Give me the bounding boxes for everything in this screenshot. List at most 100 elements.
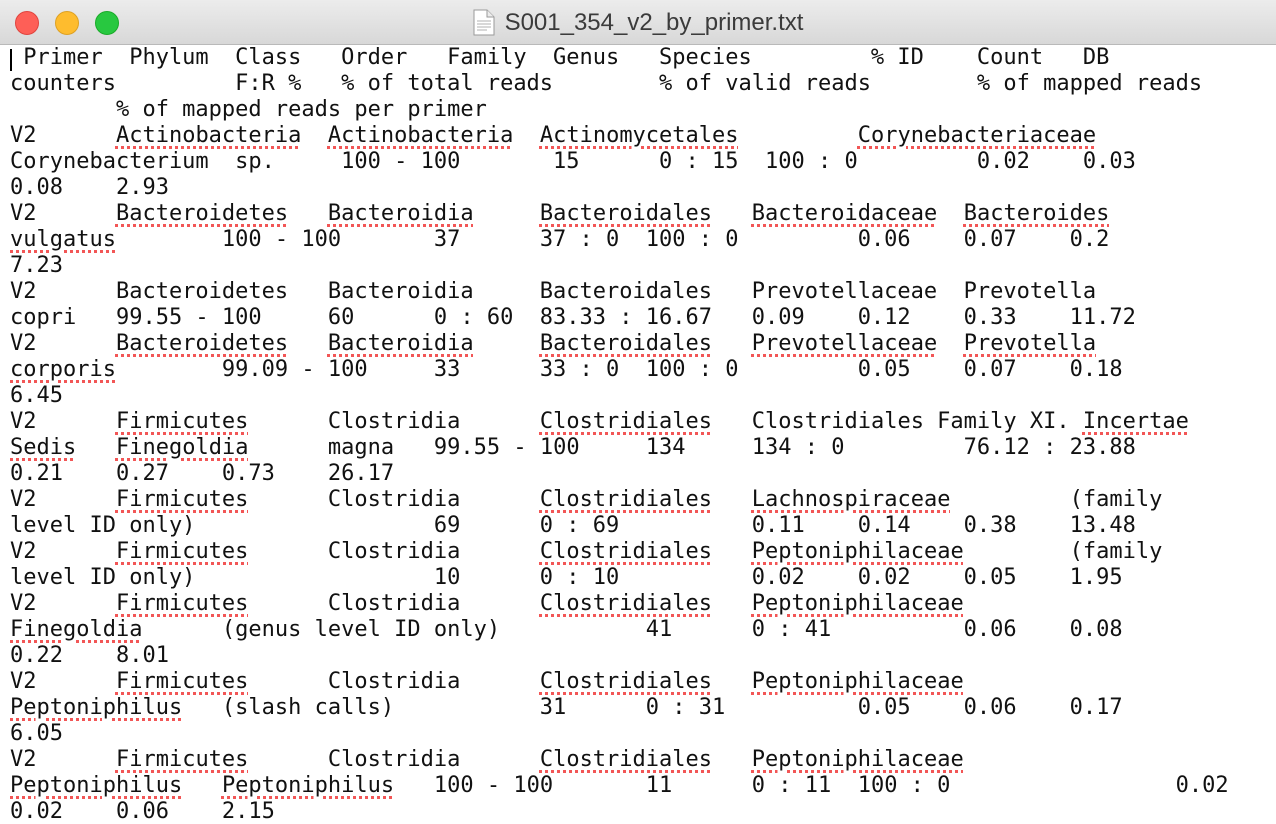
document-text[interactable]: Primer Phylum Class Order Family Genus S… [10,45,1229,824]
misspelled-word: Bacteroidia [327,201,474,226]
misspelled-word: Actinobacteria [115,123,302,148]
misspelled-word: vulgatus [10,227,116,252]
text-segment [712,201,752,226]
text-editor[interactable]: Primer Phylum Class Order Family Genus S… [0,45,1276,824]
text-segment: Primer Phylum Class Order Family Genus S… [10,45,1110,70]
text-segment: Clostridiales Family XI. [712,409,1083,434]
window-title: S001_354_v2_by_primer.txt [504,8,804,36]
text-segment: V2 [10,201,116,226]
text-segment: 7.23 [10,253,63,278]
text-segment: counters F:R % % of total reads % of val… [10,71,1203,96]
text-segment: % of mapped reads per primer [10,97,487,122]
misspelled-word: Bacteroides [963,201,1110,226]
text-segment: (genus level ID only) 41 0 : 41 0.06 0.0… [142,617,1123,642]
text-segment: level ID only) 10 0 : 10 0.02 0.02 0.05 … [10,565,1123,590]
text-line: V2 Bacteroidetes Bacteroidia Bacteroidal… [10,201,1229,227]
text-segment: Clostridia [248,669,540,694]
misspelled-word: Firmicutes [115,747,249,772]
text-line: V2 Firmicutes Clostridia Clostridiales L… [10,487,1229,513]
text-line: V2 Bacteroidetes Bacteroidia Bacteroidal… [10,331,1229,357]
misspelled-word: Peptoniphilus [221,773,395,798]
text-segment: V2 [10,539,116,564]
text-segment: V2 Bacteroidetes Bacteroidia Bacteroidal… [10,279,1097,304]
title-group: S001_354_v2_by_primer.txt [0,0,1276,45]
text-segment: V2 [10,331,116,356]
text-segment: V2 [10,123,116,148]
misspelled-word: Peptoniphilus [10,773,183,798]
title-bar[interactable]: S001_354_v2_by_primer.txt [0,0,1276,45]
text-line: level ID only) 10 0 : 10 0.02 0.02 0.05 … [10,565,1229,591]
text-line: V2 Firmicutes Clostridia Clostridiales C… [10,409,1229,435]
text-line: V2 Actinobacteria Actinobacteria Actinom… [10,123,1229,149]
text-line: 0.21 0.27 0.73 26.17 [10,461,1229,487]
misspelled-word: Bacteroidia [327,331,474,356]
misspelled-word: Peptoniphilaceae [751,591,964,616]
text-segment: Clostridia [248,539,540,564]
text-segment [474,201,540,226]
text-line: % of mapped reads per primer [10,97,1229,123]
text-line: V2 Firmicutes Clostridia Clostridiales P… [10,539,1229,565]
text-segment: Clostridia [248,747,540,772]
text-segment [288,331,328,356]
text-segment: V2 [10,487,116,512]
text-segment: 0.21 0.27 0.73 26.17 [10,461,395,486]
misspelled-word: Bacteroidales [539,331,713,356]
text-line: V2 Firmicutes Clostridia Clostridiales P… [10,747,1229,773]
misspelled-word: Peptoniphilaceae [751,747,964,772]
text-line: V2 Firmicutes Clostridia Clostridiales P… [10,591,1229,617]
text-line: counters F:R % % of total reads % of val… [10,71,1229,97]
text-segment [712,487,752,512]
misspelled-word: Peptoniphilus [10,695,183,720]
text-segment: V2 [10,409,116,434]
text-segment [513,123,540,148]
text-line: Sedis Finegoldia magna 99.55 - 100 134 1… [10,435,1229,461]
misspelled-word: Finegoldia [10,617,143,642]
misspelled-word: Bacteroidetes [115,331,289,356]
text-segment: V2 [10,669,116,694]
text-segment: V2 [10,591,116,616]
misspelled-word: Bacteroidetes [115,201,289,226]
text-segment: 6.45 [10,383,63,408]
misspelled-word: Clostridiales [539,669,713,694]
misspelled-word: Bacteroidales [539,201,713,226]
text-line: Finegoldia (genus level ID only) 41 0 : … [10,617,1229,643]
text-segment [712,747,752,772]
text-line: 7.23 [10,253,1229,279]
text-segment: magna 99.55 - 100 134 134 : 0 76.12 : 23… [248,435,1136,460]
text-segment: 6.05 [10,721,63,746]
text-line: level ID only) 69 0 : 69 0.11 0.14 0.38 … [10,513,1229,539]
misspelled-word: Clostridiales [539,591,713,616]
minimize-button[interactable] [55,11,79,35]
text-segment [739,123,858,148]
misspelled-word: Prevotellaceae [751,331,938,356]
text-segment: Clostridia [248,409,540,434]
misspelled-word: Corynebacteriaceae [857,123,1097,148]
close-button[interactable] [15,11,39,35]
misspelled-word: Firmicutes [115,539,249,564]
misspelled-word: Actinobacteria [327,123,514,148]
text-segment [288,201,328,226]
text-segment [937,331,964,356]
text-segment: 0.02 0.06 2.15 [10,799,275,824]
text-line: 0.02 0.06 2.15 [10,799,1229,824]
text-segment [712,539,752,564]
text-segment: 100 - 100 37 37 : 0 100 : 0 0.06 0.07 0.… [115,227,1110,252]
text-segment [474,331,540,356]
text-segment [712,331,752,356]
misspelled-word: Finegoldia [115,435,249,460]
textedit-window: S001_354_v2_by_primer.txt Primer Phylum … [0,0,1276,824]
misspelled-word: Peptoniphilaceae [751,669,964,694]
document-icon [473,9,495,36]
text-segment: Clostridia [248,487,540,512]
text-segment [301,123,328,148]
text-segment: V2 [10,747,116,772]
text-line: 0.22 8.01 [10,643,1229,669]
text-segment: copri 99.55 - 100 60 0 : 60 83.33 : 16.6… [10,305,1136,330]
zoom-button[interactable] [95,11,119,35]
text-segment [937,201,964,226]
text-line: Peptoniphilus Peptoniphilus 100 - 100 11… [10,773,1229,799]
text-line: V2 Firmicutes Clostridia Clostridiales P… [10,669,1229,695]
text-line: 6.05 [10,721,1229,747]
text-segment [76,435,116,460]
misspelled-word: Sedis [10,435,77,460]
